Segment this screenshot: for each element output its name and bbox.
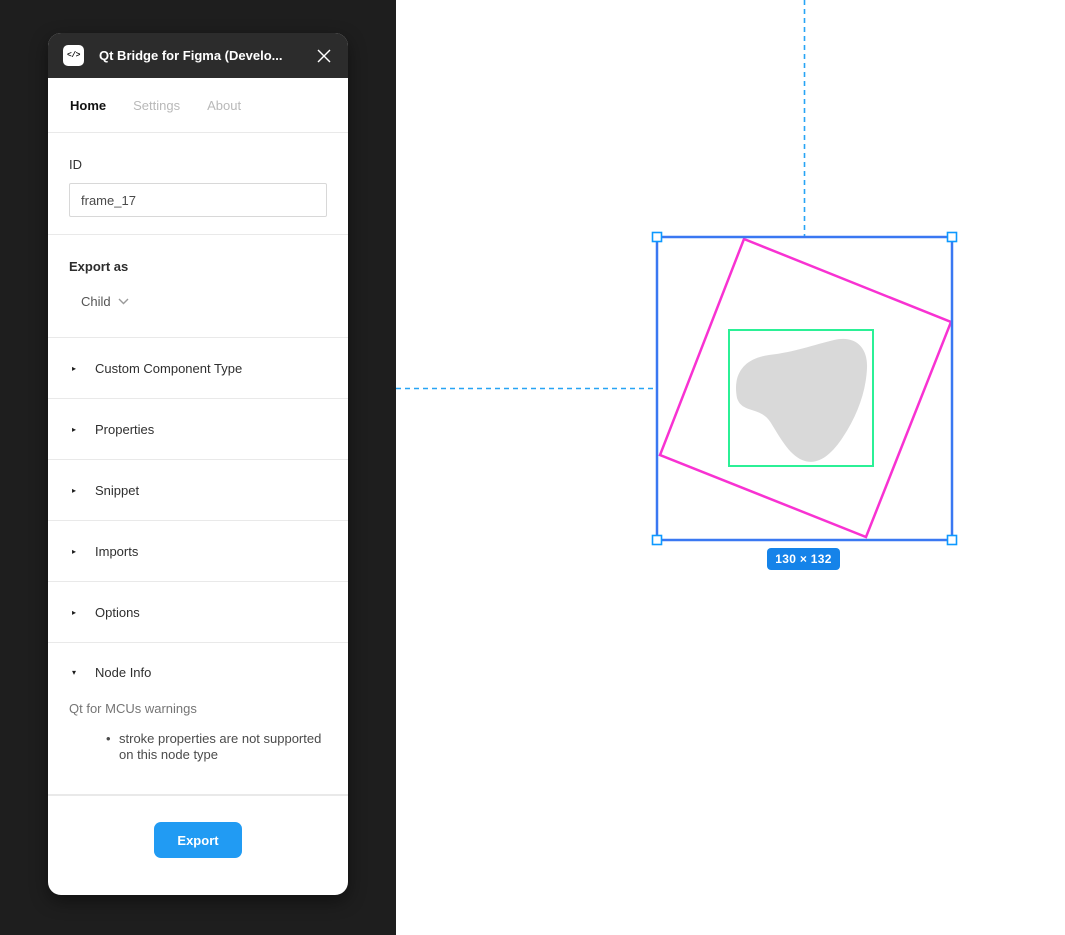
id-label: ID <box>69 157 82 172</box>
code-icon: </> <box>63 45 84 66</box>
close-icon <box>317 49 331 62</box>
plugin-header: </> Qt Bridge for Figma (Develo... <box>48 33 348 78</box>
export-as-label: Export as <box>69 259 129 274</box>
export-as-dropdown[interactable]: Child <box>81 294 129 309</box>
section-label: Snippet <box>95 482 140 498</box>
plugin-window: </> Qt Bridge for Figma (Develo... Home … <box>48 33 348 895</box>
selection-handle-bottom-left[interactable] <box>651 534 663 546</box>
section-label: Imports <box>95 543 139 559</box>
size-badge: 130 × 132 <box>767 548 840 570</box>
close-button[interactable] <box>315 47 333 65</box>
export-as-value: Child <box>81 294 111 309</box>
warning-text: stroke properties are not supported on t… <box>119 731 322 762</box>
tab-bar: Home Settings About <box>48 78 348 133</box>
bullet-icon: • <box>106 731 111 746</box>
node-info-section: ▾ Node Info Qt for MCUs warnings • strok… <box>48 643 348 795</box>
section-node-info[interactable]: ▾ Node Info <box>48 643 348 701</box>
canvas-drawing <box>396 0 958 546</box>
section-label: Custom Component Type <box>95 360 243 376</box>
section-properties[interactable]: ▸ Properties <box>48 399 348 460</box>
plugin-title: Qt Bridge for Figma (Develo... <box>99 48 283 63</box>
selection-handle-top-right[interactable] <box>946 231 958 243</box>
tab-home[interactable]: Home <box>70 98 106 113</box>
caret-right-icon: ▸ <box>72 607 77 617</box>
caret-right-icon: ▸ <box>72 485 77 495</box>
section-options[interactable]: ▸ Options <box>48 582 348 643</box>
caret-right-icon: ▸ <box>72 546 77 556</box>
caret-down-icon: ▾ <box>72 667 77 677</box>
section-custom-component-type[interactable]: ▸ Custom Component Type <box>48 338 348 399</box>
section-label: Properties <box>95 421 155 437</box>
section-snippet[interactable]: ▸ Snippet <box>48 460 348 521</box>
tab-about[interactable]: About <box>207 98 241 113</box>
tab-settings[interactable]: Settings <box>133 98 180 113</box>
export-button[interactable]: Export <box>154 822 242 858</box>
design-canvas[interactable]: 130 × 132 <box>396 0 1065 935</box>
warnings-title: Qt for MCUs warnings <box>69 701 197 716</box>
selection-handle-bottom-right[interactable] <box>946 534 958 546</box>
section-label: Options <box>95 604 140 620</box>
warning-list-item: • stroke properties are not supported on… <box>48 731 348 763</box>
id-section: ID <box>48 133 348 235</box>
section-imports[interactable]: ▸ Imports <box>48 521 348 582</box>
plugin-footer: Export <box>48 795 348 895</box>
chevron-down-icon <box>118 298 129 305</box>
export-as-section: Export as Child <box>48 235 348 338</box>
selection-handle-top-left[interactable] <box>651 231 663 243</box>
id-input[interactable] <box>69 183 327 217</box>
gray-blob-shape[interactable] <box>735 338 868 462</box>
caret-right-icon: ▸ <box>72 424 77 434</box>
section-label: Node Info <box>95 664 152 680</box>
caret-right-icon: ▸ <box>72 363 77 373</box>
